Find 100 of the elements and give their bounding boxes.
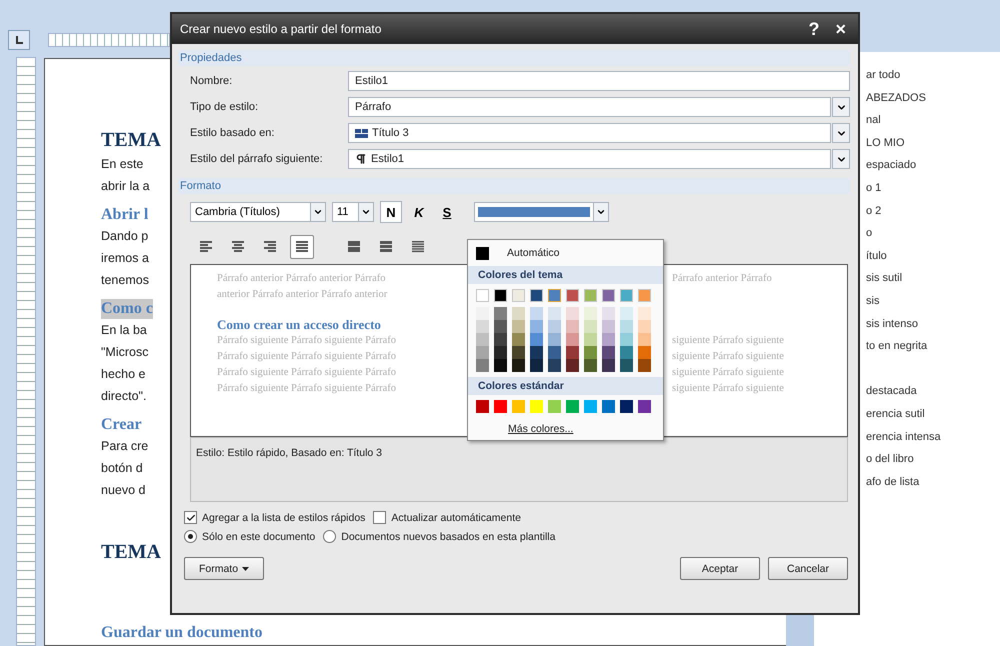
cancel-button[interactable]: Cancelar bbox=[768, 557, 848, 580]
style-item[interactable]: to en negrita bbox=[866, 335, 1000, 358]
color-swatch[interactable] bbox=[548, 320, 561, 333]
style-item[interactable]: afo de lista bbox=[866, 470, 1000, 494]
align-button[interactable] bbox=[290, 235, 314, 259]
size-select[interactable]: 11 bbox=[332, 202, 374, 222]
color-swatch[interactable] bbox=[548, 359, 561, 372]
color-swatch[interactable] bbox=[602, 400, 615, 413]
color-swatch[interactable] bbox=[494, 320, 507, 333]
style-item[interactable]: sis intenso bbox=[866, 312, 1000, 336]
color-swatch[interactable] bbox=[638, 359, 651, 372]
color-swatch[interactable] bbox=[566, 320, 579, 333]
ok-button[interactable]: Aceptar bbox=[680, 557, 760, 580]
color-swatch[interactable] bbox=[566, 359, 579, 372]
checkbox[interactable] bbox=[373, 511, 386, 524]
dropdown-button[interactable] bbox=[832, 97, 850, 117]
color-swatch[interactable] bbox=[512, 333, 525, 346]
color-swatch[interactable] bbox=[476, 359, 489, 372]
checkbox-option[interactable]: Agregar a la lista de estilos rápidos bbox=[184, 511, 366, 524]
style-item[interactable]: ABEZADOS bbox=[866, 86, 1000, 110]
color-swatch[interactable] bbox=[476, 346, 489, 359]
style-item[interactable]: o del libro bbox=[866, 448, 1000, 471]
style-item[interactable]: erencia intensa bbox=[866, 426, 1000, 448]
color-swatch[interactable] bbox=[566, 307, 579, 320]
radio-button[interactable] bbox=[184, 530, 197, 543]
color-swatch[interactable] bbox=[566, 333, 579, 346]
style-select[interactable]: Párrafo bbox=[348, 97, 831, 117]
color-swatch[interactable] bbox=[602, 346, 615, 359]
italic-button[interactable]: K bbox=[408, 201, 430, 223]
style-item[interactable]: erencia sutil bbox=[866, 402, 1000, 426]
more-colors-item[interactable]: Más colores... bbox=[502, 422, 580, 436]
color-swatch[interactable] bbox=[494, 346, 507, 359]
color-swatch[interactable] bbox=[638, 320, 651, 333]
font-color-select[interactable] bbox=[474, 202, 609, 222]
color-swatch[interactable] bbox=[548, 289, 561, 302]
style-item[interactable]: o bbox=[866, 222, 1000, 245]
color-swatch[interactable] bbox=[494, 333, 507, 346]
close-button[interactable]: × bbox=[831, 18, 850, 40]
color-swatch[interactable] bbox=[638, 333, 651, 346]
color-swatch[interactable] bbox=[494, 400, 507, 413]
color-swatch[interactable] bbox=[494, 307, 507, 320]
color-swatch[interactable] bbox=[530, 320, 543, 333]
color-swatch[interactable] bbox=[584, 359, 597, 372]
style-item[interactable]: o 1 bbox=[866, 176, 1000, 200]
color-swatch[interactable] bbox=[584, 333, 597, 346]
color-swatch[interactable] bbox=[620, 307, 633, 320]
style-item[interactable]: sis sutil bbox=[866, 267, 1000, 290]
style-item[interactable]: ítulo bbox=[866, 244, 1000, 268]
color-swatch[interactable] bbox=[638, 307, 651, 320]
color-swatch[interactable] bbox=[620, 346, 633, 359]
color-swatch[interactable] bbox=[476, 333, 489, 346]
color-swatch[interactable] bbox=[530, 307, 543, 320]
style-select[interactable]: Título 3 bbox=[348, 123, 831, 143]
color-swatch[interactable] bbox=[476, 320, 489, 333]
format-menu-button[interactable]: Formato bbox=[184, 557, 264, 580]
color-swatch[interactable] bbox=[512, 307, 525, 320]
color-swatch[interactable] bbox=[638, 400, 651, 413]
tab-selector-button[interactable] bbox=[8, 30, 30, 50]
color-swatch[interactable] bbox=[602, 359, 615, 372]
style-item[interactable]: espaciado bbox=[866, 154, 1000, 177]
style-item[interactable]: o 2 bbox=[866, 200, 1000, 222]
color-swatch[interactable] bbox=[476, 400, 489, 413]
color-swatch[interactable] bbox=[584, 346, 597, 359]
color-swatch[interactable] bbox=[512, 346, 525, 359]
color-swatch[interactable] bbox=[638, 346, 651, 359]
color-swatch[interactable] bbox=[566, 400, 579, 413]
color-swatch[interactable] bbox=[530, 359, 543, 372]
style-item[interactable]: LO MIO bbox=[866, 132, 1000, 154]
bold-button[interactable]: N bbox=[380, 201, 402, 223]
underline-button[interactable]: S bbox=[436, 201, 458, 223]
dropdown-button[interactable] bbox=[832, 149, 850, 169]
style-select[interactable]: Estilo1 bbox=[348, 149, 831, 169]
style-item[interactable]: nal bbox=[866, 109, 1000, 132]
color-swatch[interactable] bbox=[602, 307, 615, 320]
color-swatch[interactable] bbox=[548, 400, 561, 413]
font-select[interactable]: Cambria (Títulos) bbox=[190, 202, 326, 222]
style-item[interactable]: sis bbox=[866, 290, 1000, 313]
color-swatch[interactable] bbox=[602, 320, 615, 333]
automatic-color-item[interactable]: Automático bbox=[468, 240, 663, 266]
style-item[interactable]: destacada bbox=[866, 380, 1000, 403]
color-swatch[interactable] bbox=[548, 333, 561, 346]
color-swatch[interactable] bbox=[512, 320, 525, 333]
name-input[interactable]: Estilo1 bbox=[348, 71, 850, 91]
color-swatch[interactable] bbox=[566, 346, 579, 359]
color-swatch[interactable] bbox=[530, 346, 543, 359]
color-swatch[interactable] bbox=[476, 307, 489, 320]
color-swatch[interactable] bbox=[584, 400, 597, 413]
color-swatch[interactable] bbox=[530, 333, 543, 346]
color-swatch[interactable] bbox=[620, 333, 633, 346]
help-button[interactable]: ? bbox=[804, 18, 824, 40]
color-swatch[interactable] bbox=[620, 320, 633, 333]
style-item[interactable]: ar todo bbox=[866, 64, 1000, 87]
color-swatch[interactable] bbox=[494, 359, 507, 372]
color-swatch[interactable] bbox=[548, 307, 561, 320]
checkbox[interactable] bbox=[184, 511, 197, 524]
color-swatch[interactable] bbox=[584, 307, 597, 320]
dropdown-button[interactable] bbox=[832, 123, 850, 143]
color-swatch[interactable] bbox=[512, 359, 525, 372]
color-swatch[interactable] bbox=[602, 333, 615, 346]
radio-option[interactable]: Sólo en este documento bbox=[184, 530, 316, 543]
